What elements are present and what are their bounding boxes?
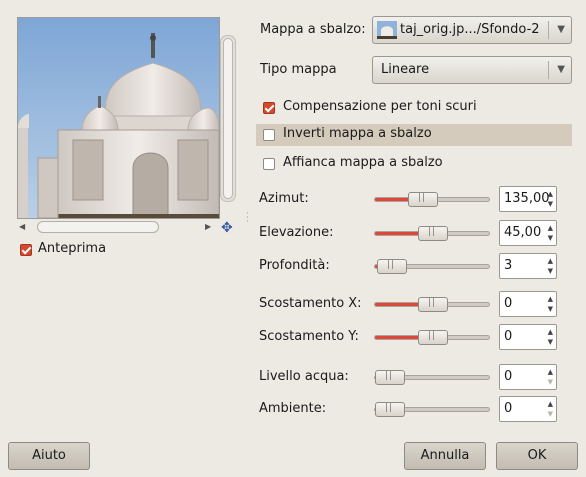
spin-up-icon[interactable]: ▲ xyxy=(548,257,553,265)
spin-input[interactable]: 45,00 ▲ ▼ xyxy=(499,220,557,246)
spin-up-icon[interactable]: ▲ xyxy=(548,400,553,408)
spin-input[interactable]: 0 ▲ ▼ xyxy=(499,364,557,390)
help-button[interactable]: Aiuto xyxy=(8,442,90,470)
spin-down-icon[interactable]: ▼ xyxy=(548,410,553,418)
vertical-scroll-thumb[interactable] xyxy=(223,38,233,199)
spin-value: 0 xyxy=(504,296,513,311)
compensate-checkbox[interactable] xyxy=(263,102,275,114)
preview-image xyxy=(17,17,220,219)
bump-map-label: Mappa a sbalzo: xyxy=(260,22,366,37)
slider-label: Scostamento X: xyxy=(259,296,362,311)
spin-input[interactable]: 0 ▲ ▼ xyxy=(499,396,557,422)
spin-value: 135,00 xyxy=(504,191,550,206)
slider-handle[interactable] xyxy=(375,370,405,385)
map-type-label: Tipo mappa xyxy=(260,62,337,77)
slider-handle[interactable] xyxy=(377,259,407,274)
preview-checkbox[interactable] xyxy=(20,244,32,256)
spin-input[interactable]: 3 ▲ ▼ xyxy=(499,253,557,279)
slider-label: Profondità: xyxy=(259,258,330,273)
invert-checkbox[interactable] xyxy=(263,129,275,141)
slider-label: Elevazione: xyxy=(259,225,334,240)
tile-checkbox[interactable] xyxy=(263,158,275,170)
spin-up-icon[interactable]: ▲ xyxy=(548,328,553,336)
tile-label: Affianca mappa a sbalzo xyxy=(283,155,443,170)
map-type-value: Lineare xyxy=(381,62,430,77)
slider-label: Scostamento Y: xyxy=(259,329,359,344)
spin-input[interactable]: 0 ▲ ▼ xyxy=(499,324,557,350)
spin-value: 45,00 xyxy=(504,225,542,240)
slider-track[interactable] xyxy=(374,259,490,274)
spin-input[interactable]: 0 ▲ ▼ xyxy=(499,291,557,317)
slider-label: Livello acqua: xyxy=(259,369,349,384)
pane-grip-icon[interactable]: · · · xyxy=(246,210,249,227)
spin-value: 3 xyxy=(504,258,513,273)
spin-down-icon[interactable]: ▼ xyxy=(548,267,553,275)
spin-up-icon[interactable]: ▲ xyxy=(548,224,553,232)
slider-handle[interactable] xyxy=(418,330,448,345)
spin-down-icon[interactable]: ▼ xyxy=(548,234,553,242)
spin-value: 0 xyxy=(504,401,513,416)
spin-input[interactable]: 135,00 ▲ ▼ xyxy=(499,186,557,212)
preview-checkbox-label: Anteprima xyxy=(38,241,107,256)
ok-button[interactable]: OK xyxy=(496,442,578,470)
spin-down-icon[interactable]: ▼ xyxy=(548,305,553,313)
slider-track[interactable] xyxy=(374,402,490,417)
cancel-button[interactable]: Annulla xyxy=(404,442,486,470)
bump-map-select[interactable]: taj_orig.jp.../Sfondo-2 ▼ xyxy=(372,16,572,44)
spin-up-icon[interactable]: ▲ xyxy=(548,295,553,303)
slider-track[interactable] xyxy=(374,192,490,207)
chevron-down-icon: ▼ xyxy=(557,24,565,35)
slider-track[interactable] xyxy=(374,226,490,241)
navigate-move-icon[interactable]: ✥ xyxy=(221,220,233,236)
spin-down-icon[interactable]: ▼ xyxy=(548,338,553,346)
preview-vertical-scrollbar[interactable] xyxy=(220,35,236,202)
scroll-right-icon[interactable]: ▶ xyxy=(205,222,211,231)
compensate-label: Compensazione per toni scuri xyxy=(283,99,477,114)
horizontal-scroll-thumb[interactable] xyxy=(37,221,159,233)
preview-horizontal-scrollbar[interactable]: ◀ ▶ xyxy=(17,220,218,234)
slider-handle[interactable] xyxy=(375,402,405,417)
spin-down-icon[interactable]: ▼ xyxy=(548,378,553,386)
spin-value: 0 xyxy=(504,369,513,384)
spin-up-icon[interactable]: ▲ xyxy=(548,190,553,198)
spin-down-icon[interactable]: ▼ xyxy=(548,200,553,208)
bump-map-value: taj_orig.jp.../Sfondo-2 xyxy=(400,22,540,37)
slider-label: Ambiente: xyxy=(259,401,327,416)
spin-value: 0 xyxy=(504,329,513,344)
slider-track[interactable] xyxy=(374,330,490,345)
slider-handle[interactable] xyxy=(408,192,438,207)
invert-label: Inverti mappa a sbalzo xyxy=(283,126,432,141)
image-thumbnail-icon xyxy=(377,21,397,39)
slider-label: Azimut: xyxy=(259,191,309,206)
slider-handle[interactable] xyxy=(418,297,448,312)
map-type-select[interactable]: Lineare ▼ xyxy=(372,56,572,84)
slider-track[interactable] xyxy=(374,297,490,312)
slider-track[interactable] xyxy=(374,370,490,385)
slider-handle[interactable] xyxy=(418,226,448,241)
spin-up-icon[interactable]: ▲ xyxy=(548,368,553,376)
scroll-left-icon[interactable]: ◀ xyxy=(19,222,25,231)
chevron-down-icon: ▼ xyxy=(557,64,565,75)
